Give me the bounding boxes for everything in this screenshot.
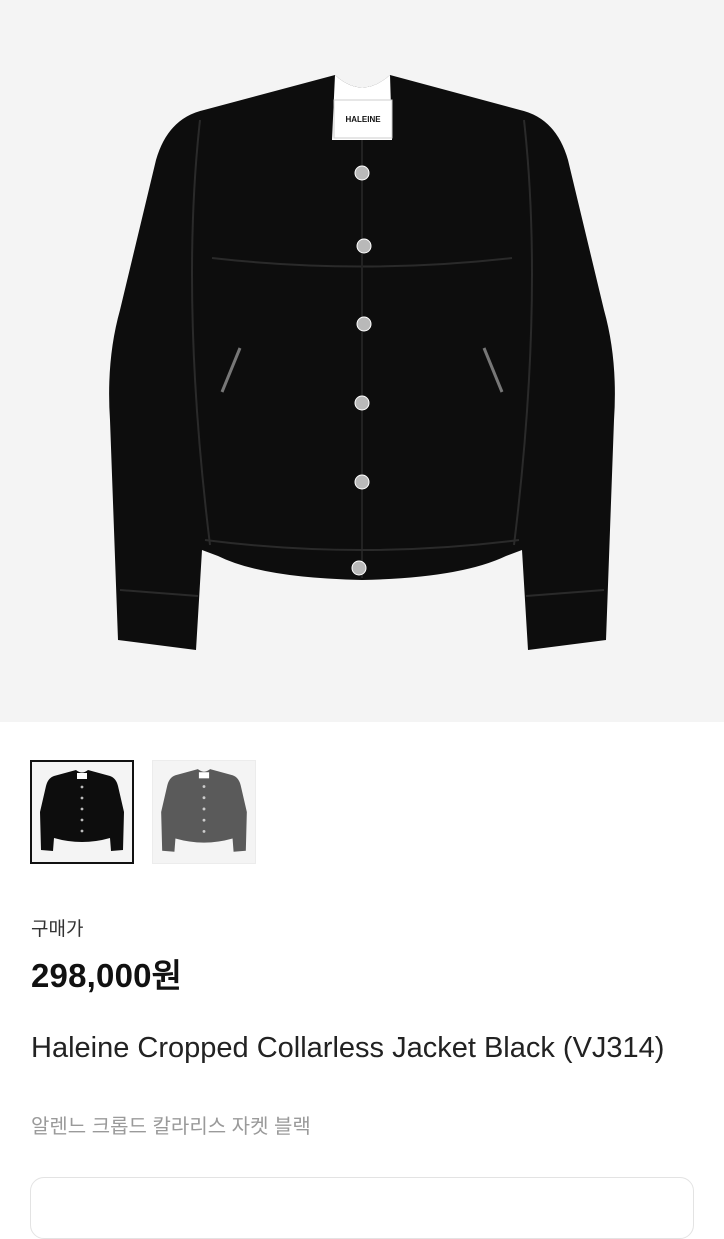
brand-tag-text: HALEINE [345,115,381,124]
product-title: Haleine Cropped Collarless Jacket Black … [31,1032,665,1064]
product-subtitle-korean: 알렌느 크롭드 칼라리스 자켓 블랙 [31,1116,311,1138]
product-hero-image[interactable]: HALEINE [0,0,724,722]
price-value: 298,000원 [31,957,183,994]
bottom-info-card[interactable] [30,1177,694,1239]
thumbnail-grey[interactable] [152,760,256,864]
thumbnail-black-image [40,770,124,851]
thumbnail-black[interactable] [30,760,134,864]
jacket-illustration: HALEINE [109,75,615,650]
price-label: 구매가 [31,919,84,940]
thumbnail-grey-image [161,769,247,852]
